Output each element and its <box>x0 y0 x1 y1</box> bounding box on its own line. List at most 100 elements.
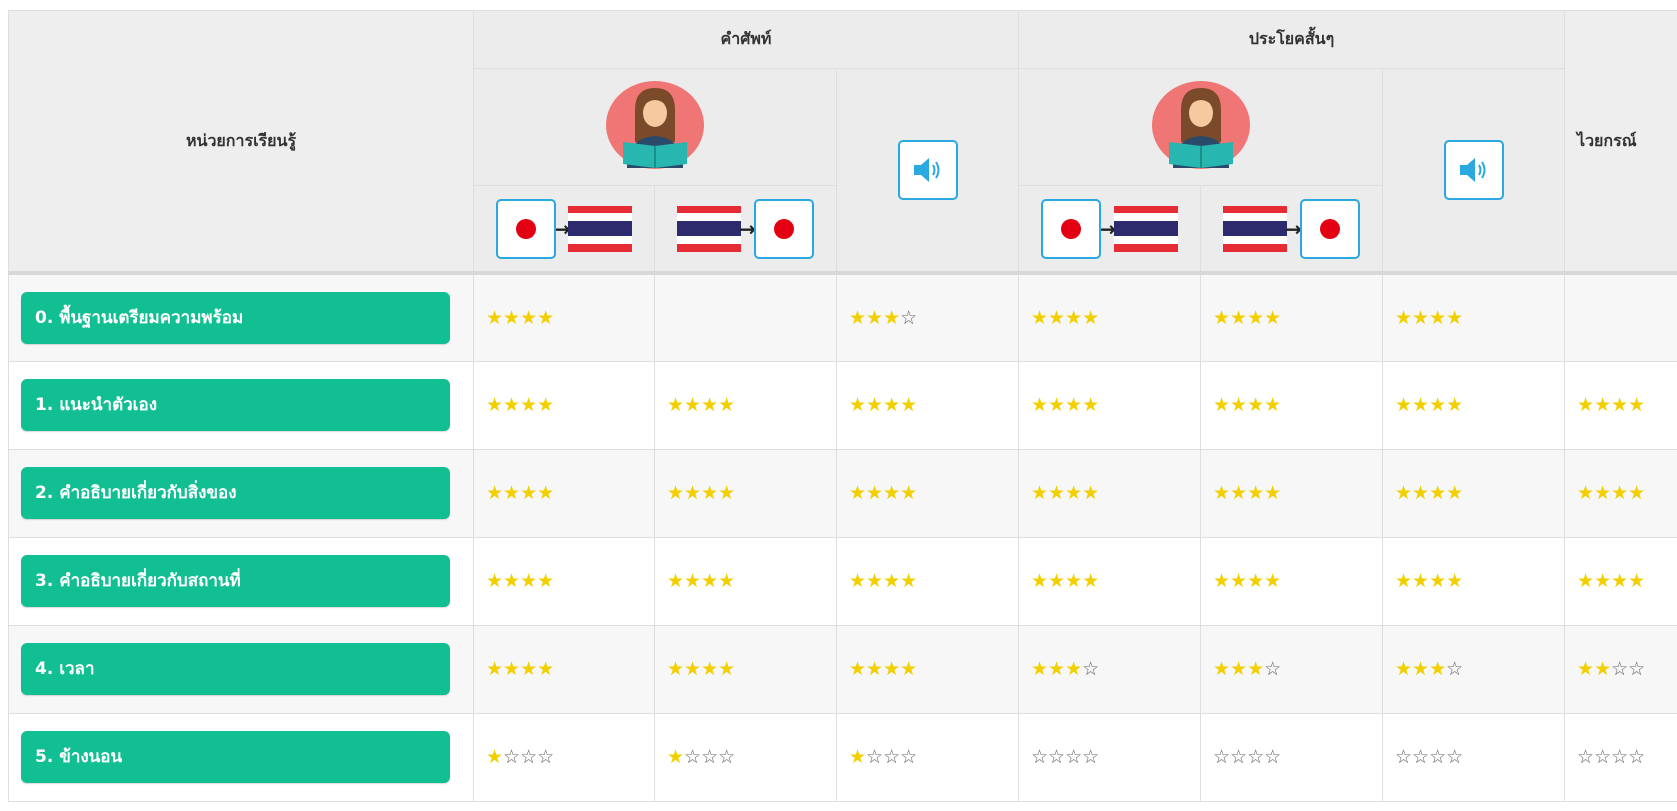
star-filled-icon: ★ <box>1247 482 1265 504</box>
star-filled-icon: ★ <box>718 394 736 416</box>
rating-cell <box>1564 272 1677 362</box>
rating-cell: ★★★★ <box>1564 536 1677 626</box>
star-filled-icon: ★ <box>1577 482 1595 504</box>
rating-cell: ☆☆☆☆ <box>1018 712 1201 802</box>
vocab-sound-button[interactable] <box>897 140 958 200</box>
unit-button[interactable]: 4. เวลา <box>21 643 450 695</box>
star-empty-icon: ☆ <box>1594 746 1612 768</box>
sentence-th-to-jp-header[interactable]: → <box>1200 185 1383 274</box>
star-filled-icon: ★ <box>1048 306 1066 329</box>
vocab-th-to-jp-header[interactable]: → <box>654 185 837 274</box>
star-filled-icon: ★ <box>1446 394 1464 416</box>
star-empty-icon: ☆ <box>1611 746 1629 768</box>
star-filled-icon: ★ <box>701 570 719 592</box>
star-filled-icon: ★ <box>866 570 884 592</box>
star-filled-icon: ★ <box>1412 394 1430 416</box>
japan-to-thailand-flag-icon[interactable]: → <box>1019 186 1200 271</box>
star-filled-icon: ★ <box>1395 482 1413 504</box>
star-filled-icon: ★ <box>1594 658 1612 680</box>
star-filled-icon: ★ <box>1031 306 1049 329</box>
star-empty-icon: ☆ <box>1048 746 1066 768</box>
star-filled-icon: ★ <box>1247 394 1265 416</box>
star-filled-icon: ★ <box>1594 394 1612 416</box>
star-filled-icon: ★ <box>537 482 555 504</box>
unit-cell: 1. แนะนำตัวเอง <box>8 360 474 450</box>
star-filled-icon: ★ <box>1213 306 1231 329</box>
star-filled-icon: ★ <box>537 394 555 416</box>
star-filled-icon: ★ <box>900 482 918 504</box>
star-filled-icon: ★ <box>1230 570 1248 592</box>
star-filled-icon: ★ <box>1429 570 1447 592</box>
star-filled-icon: ★ <box>667 570 685 592</box>
lesson-progress-table: หน่วยการเรียนรู้ คำศัพท์ ประโยคสั้นๆ ไวย… <box>8 10 1677 802</box>
star-filled-icon: ★ <box>1247 570 1265 592</box>
star-filled-icon: ★ <box>1412 482 1430 504</box>
star-filled-icon: ★ <box>883 658 901 680</box>
star-filled-icon: ★ <box>486 306 504 329</box>
star-filled-icon: ★ <box>1412 570 1430 592</box>
rating-cell: ☆☆☆☆ <box>1381 712 1566 802</box>
rating-cell: ★★★★ <box>473 536 655 626</box>
star-filled-icon: ★ <box>883 482 901 504</box>
rating-cell: ★★★★ <box>473 448 655 538</box>
teacher-reading-icon <box>1151 80 1251 174</box>
unit-cell: 5. ข้างนอน <box>8 712 474 802</box>
unit-button[interactable]: 5. ข้างนอน <box>21 731 450 783</box>
lesson-progress-table-container: หน่วยการเรียนรู้ คำศัพท์ ประโยคสั้นๆ ไวย… <box>8 10 1677 802</box>
star-filled-icon: ★ <box>1264 570 1282 592</box>
thailand-to-japan-flag-icon[interactable]: → <box>655 186 836 271</box>
sentence-listening-header <box>1381 68 1566 274</box>
star-filled-icon: ★ <box>1031 394 1049 416</box>
unit-button[interactable]: 1. แนะนำตัวเอง <box>21 379 450 431</box>
rating-cell: ★★★★ <box>1018 536 1201 626</box>
star-filled-icon: ★ <box>1213 482 1231 504</box>
unit-cell: 0. พื้นฐานเตรียมความพร้อม <box>8 272 474 362</box>
rating-cell: ★★★★ <box>1381 360 1566 450</box>
unit-button[interactable]: 3. คำอธิบายเกี่ยวกับสถานที่ <box>21 555 450 607</box>
table-row: 2. คำอธิบายเกี่ยวกับสิ่งของ ★★★★ ★★★★ ★★… <box>8 448 1677 538</box>
star-empty-icon: ☆ <box>1429 746 1447 768</box>
sentence-reading-header <box>1018 68 1383 186</box>
star-filled-icon: ★ <box>1577 658 1595 680</box>
star-filled-icon: ★ <box>1611 482 1629 504</box>
star-filled-icon: ★ <box>520 394 538 416</box>
star-empty-icon: ☆ <box>1230 746 1248 768</box>
star-filled-icon: ★ <box>900 394 918 416</box>
vocab-jp-to-th-header[interactable]: → <box>473 185 655 274</box>
rating-cell: ★★★★ <box>1200 360 1383 450</box>
star-empty-icon: ☆ <box>520 746 538 768</box>
rating-cell: ★★★★ <box>654 360 837 450</box>
star-filled-icon: ★ <box>667 394 685 416</box>
rating-cell: ★☆☆☆ <box>473 712 655 802</box>
rating-cell: ★★★★ <box>654 624 837 714</box>
star-empty-icon: ☆ <box>537 746 555 768</box>
star-empty-icon: ☆ <box>1628 658 1646 680</box>
rating-cell: ★★★★ <box>1018 360 1201 450</box>
rating-cell: ★★★☆ <box>1018 624 1201 714</box>
star-filled-icon: ★ <box>1048 482 1066 504</box>
rating-cell: ★★★★ <box>1381 272 1566 362</box>
thailand-to-japan-flag-icon[interactable]: → <box>1201 186 1382 271</box>
star-filled-icon: ★ <box>1230 482 1248 504</box>
sentence-sound-button[interactable] <box>1443 140 1504 200</box>
rating-cell: ★★★★ <box>1564 360 1677 450</box>
star-filled-icon: ★ <box>486 482 504 504</box>
japan-to-thailand-flag-icon[interactable]: → <box>474 186 654 271</box>
unit-button[interactable]: 0. พื้นฐานเตรียมความพร้อม <box>21 291 450 344</box>
vocab-listening-header <box>836 68 1019 274</box>
rating-cell: ★★★★ <box>473 624 655 714</box>
star-filled-icon: ★ <box>849 306 867 329</box>
star-filled-icon: ★ <box>1048 394 1066 416</box>
unit-button[interactable]: 2. คำอธิบายเกี่ยวกับสิ่งของ <box>21 467 450 519</box>
rating-cell: ★★★☆ <box>1200 624 1383 714</box>
star-filled-icon: ★ <box>1031 658 1049 680</box>
rating-cell: ★★★★ <box>654 448 837 538</box>
sentence-jp-to-th-header[interactable]: → <box>1018 185 1201 274</box>
star-filled-icon: ★ <box>537 570 555 592</box>
star-filled-icon: ★ <box>520 306 538 329</box>
star-empty-icon: ☆ <box>900 306 918 329</box>
star-filled-icon: ★ <box>520 482 538 504</box>
star-filled-icon: ★ <box>1395 658 1413 680</box>
star-filled-icon: ★ <box>1264 306 1282 329</box>
star-filled-icon: ★ <box>503 658 521 680</box>
